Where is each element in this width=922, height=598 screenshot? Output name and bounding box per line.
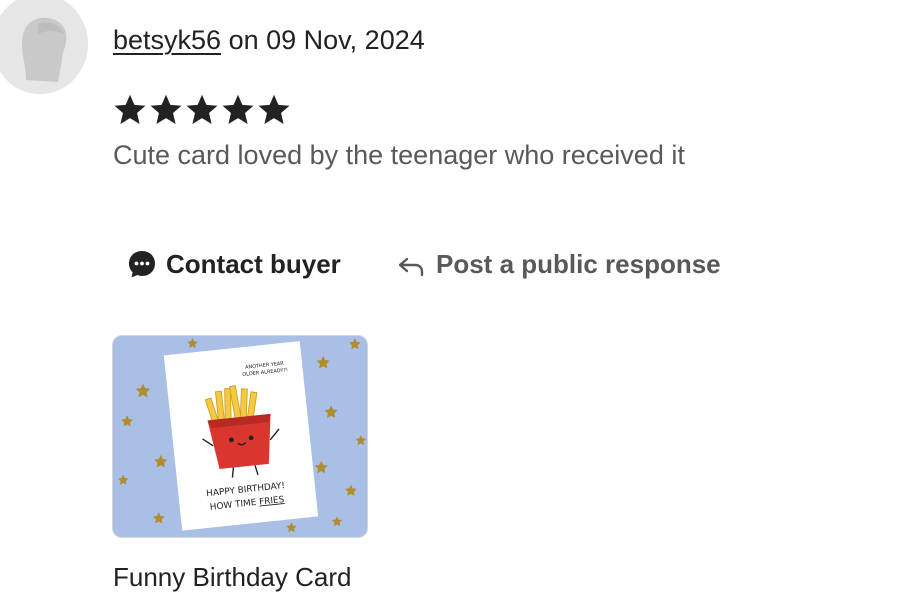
star-icon [114,94,146,124]
star-icon [186,94,218,124]
post-public-response-label: Post a public response [436,248,721,279]
star-icon [150,94,182,124]
contact-buyer-label: Contact buyer [166,248,341,279]
contact-buyer-button[interactable]: Contact buyer [126,244,341,284]
review-text: Cute card loved by the teenager who rece… [113,140,685,170]
person-silhouette-icon [0,0,88,94]
star-rating [112,92,292,128]
reviewer-avatar[interactable] [0,0,88,94]
review-meta: betsyk56 on 09 Nov, 2024 [113,25,425,56]
review-date: on 09 Nov, 2024 [228,25,425,55]
star-icon [258,94,290,124]
product-title-link[interactable]: Funny Birthday Card [113,562,351,593]
reply-arrow-icon [398,257,424,277]
star-icon [222,94,254,124]
birthday-card-image: ANOTHER YEAROLDER ALREADY?!HAPPY BIRTHDA… [113,336,367,537]
product-thumbnail[interactable]: ANOTHER YEAR OLDER ALREADY?! HAPPY BIRTHDA… [112,335,368,538]
reviewer-username-link[interactable]: betsyk56 [113,25,221,55]
chat-bubble-icon [129,251,155,278]
post-public-response-button[interactable]: Post a public response [396,244,721,284]
